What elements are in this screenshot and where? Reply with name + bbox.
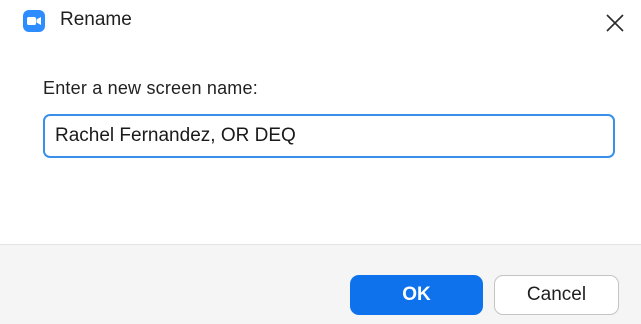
rename-dialog: Rename Enter a new screen name: OK Cance… — [0, 0, 641, 324]
title-bar: Rename — [0, 0, 641, 44]
dialog-footer: OK Cancel — [0, 244, 641, 324]
screen-name-input[interactable] — [43, 114, 615, 158]
zoom-camera-icon — [23, 10, 45, 32]
close-icon — [606, 14, 624, 32]
close-button[interactable] — [600, 8, 630, 38]
cancel-button[interactable]: Cancel — [494, 275, 619, 315]
rename-prompt-label: Enter a new screen name: — [43, 78, 258, 98]
ok-button[interactable]: OK — [350, 275, 483, 315]
dialog-title: Rename — [60, 9, 132, 30]
